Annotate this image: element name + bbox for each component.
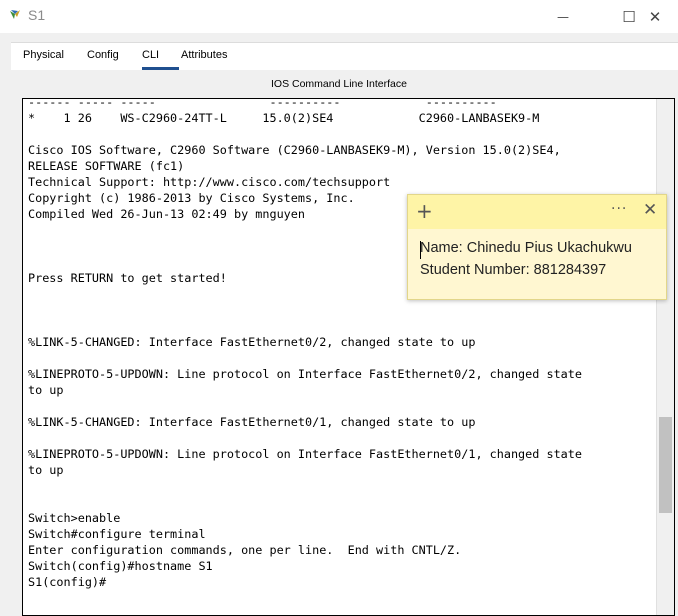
terminal-line: to up — [28, 383, 64, 397]
close-button[interactable]: ✕ — [632, 0, 678, 33]
tab-physical[interactable]: Physical — [23, 49, 64, 61]
add-note-icon[interactable]: + — [416, 199, 433, 223]
terminal-line: %LINK-5-CHANGED: Interface FastEthernet0… — [28, 335, 476, 349]
tab-bar: Physical Config CLI Attributes — [11, 42, 678, 70]
terminal-line: %LINEPROTO-5-UPDOWN: Line protocol on In… — [28, 447, 582, 461]
terminal-line: ------ ----- ----- ---------- ---------- — [28, 98, 497, 109]
cli-panel-title: IOS Command Line Interface — [271, 78, 407, 90]
terminal-line: S1(config)# — [28, 575, 107, 589]
sticky-note-header: + ··· ✕ — [408, 195, 666, 229]
terminal-output: ------ ----- ----- ---------- ----------… — [28, 98, 582, 590]
terminal-line: Switch(config)#hostname S1 — [28, 559, 213, 573]
terminal-line: %LINEPROTO-5-UPDOWN: Line protocol on In… — [28, 367, 582, 381]
window-title: S1 — [28, 7, 46, 23]
terminal-scrollbar[interactable] — [656, 99, 674, 615]
terminal-line: Switch>enable — [28, 511, 121, 525]
active-tab-indicator — [142, 67, 179, 70]
terminal-line: %LINK-5-CHANGED: Interface FastEthernet0… — [28, 415, 476, 429]
close-note-icon[interactable]: ✕ — [643, 200, 657, 220]
tab-cli[interactable]: CLI — [142, 49, 159, 61]
terminal-line: Technical Support: http://www.cisco.com/… — [28, 175, 391, 189]
sticky-note-name[interactable]: Name: Chinedu Pius Ukachukwu — [420, 240, 632, 256]
cli-terminal[interactable]: ------ ----- ----- ---------- ----------… — [22, 98, 675, 616]
tab-config[interactable]: Config — [87, 49, 119, 61]
tab-attributes[interactable]: Attributes — [181, 49, 227, 61]
terminal-line: Cisco IOS Software, C2960 Software (C296… — [28, 143, 561, 157]
more-options-icon[interactable]: ··· — [611, 201, 627, 217]
packet-tracer-device-icon — [10, 10, 20, 19]
scrollbar-thumb[interactable] — [659, 417, 672, 513]
terminal-line: RELEASE SOFTWARE (fc1) — [28, 159, 185, 173]
terminal-line: * 1 26 WS-C2960-24TT-L 15.0(2)SE4 C2960-… — [28, 111, 540, 125]
minimize-button[interactable]: — — [540, 0, 586, 33]
sticky-note[interactable]: + ··· ✕ Name: Chinedu Pius Ukachukwu Stu… — [407, 194, 667, 300]
sticky-note-student-number[interactable]: Student Number: 881284397 — [420, 262, 606, 278]
terminal-line: to up — [28, 463, 64, 477]
title-bar: S1 — ☐ ✕ — [0, 0, 678, 33]
terminal-line: Enter configuration commands, one per li… — [28, 543, 462, 557]
terminal-line: Switch#configure terminal — [28, 527, 206, 541]
